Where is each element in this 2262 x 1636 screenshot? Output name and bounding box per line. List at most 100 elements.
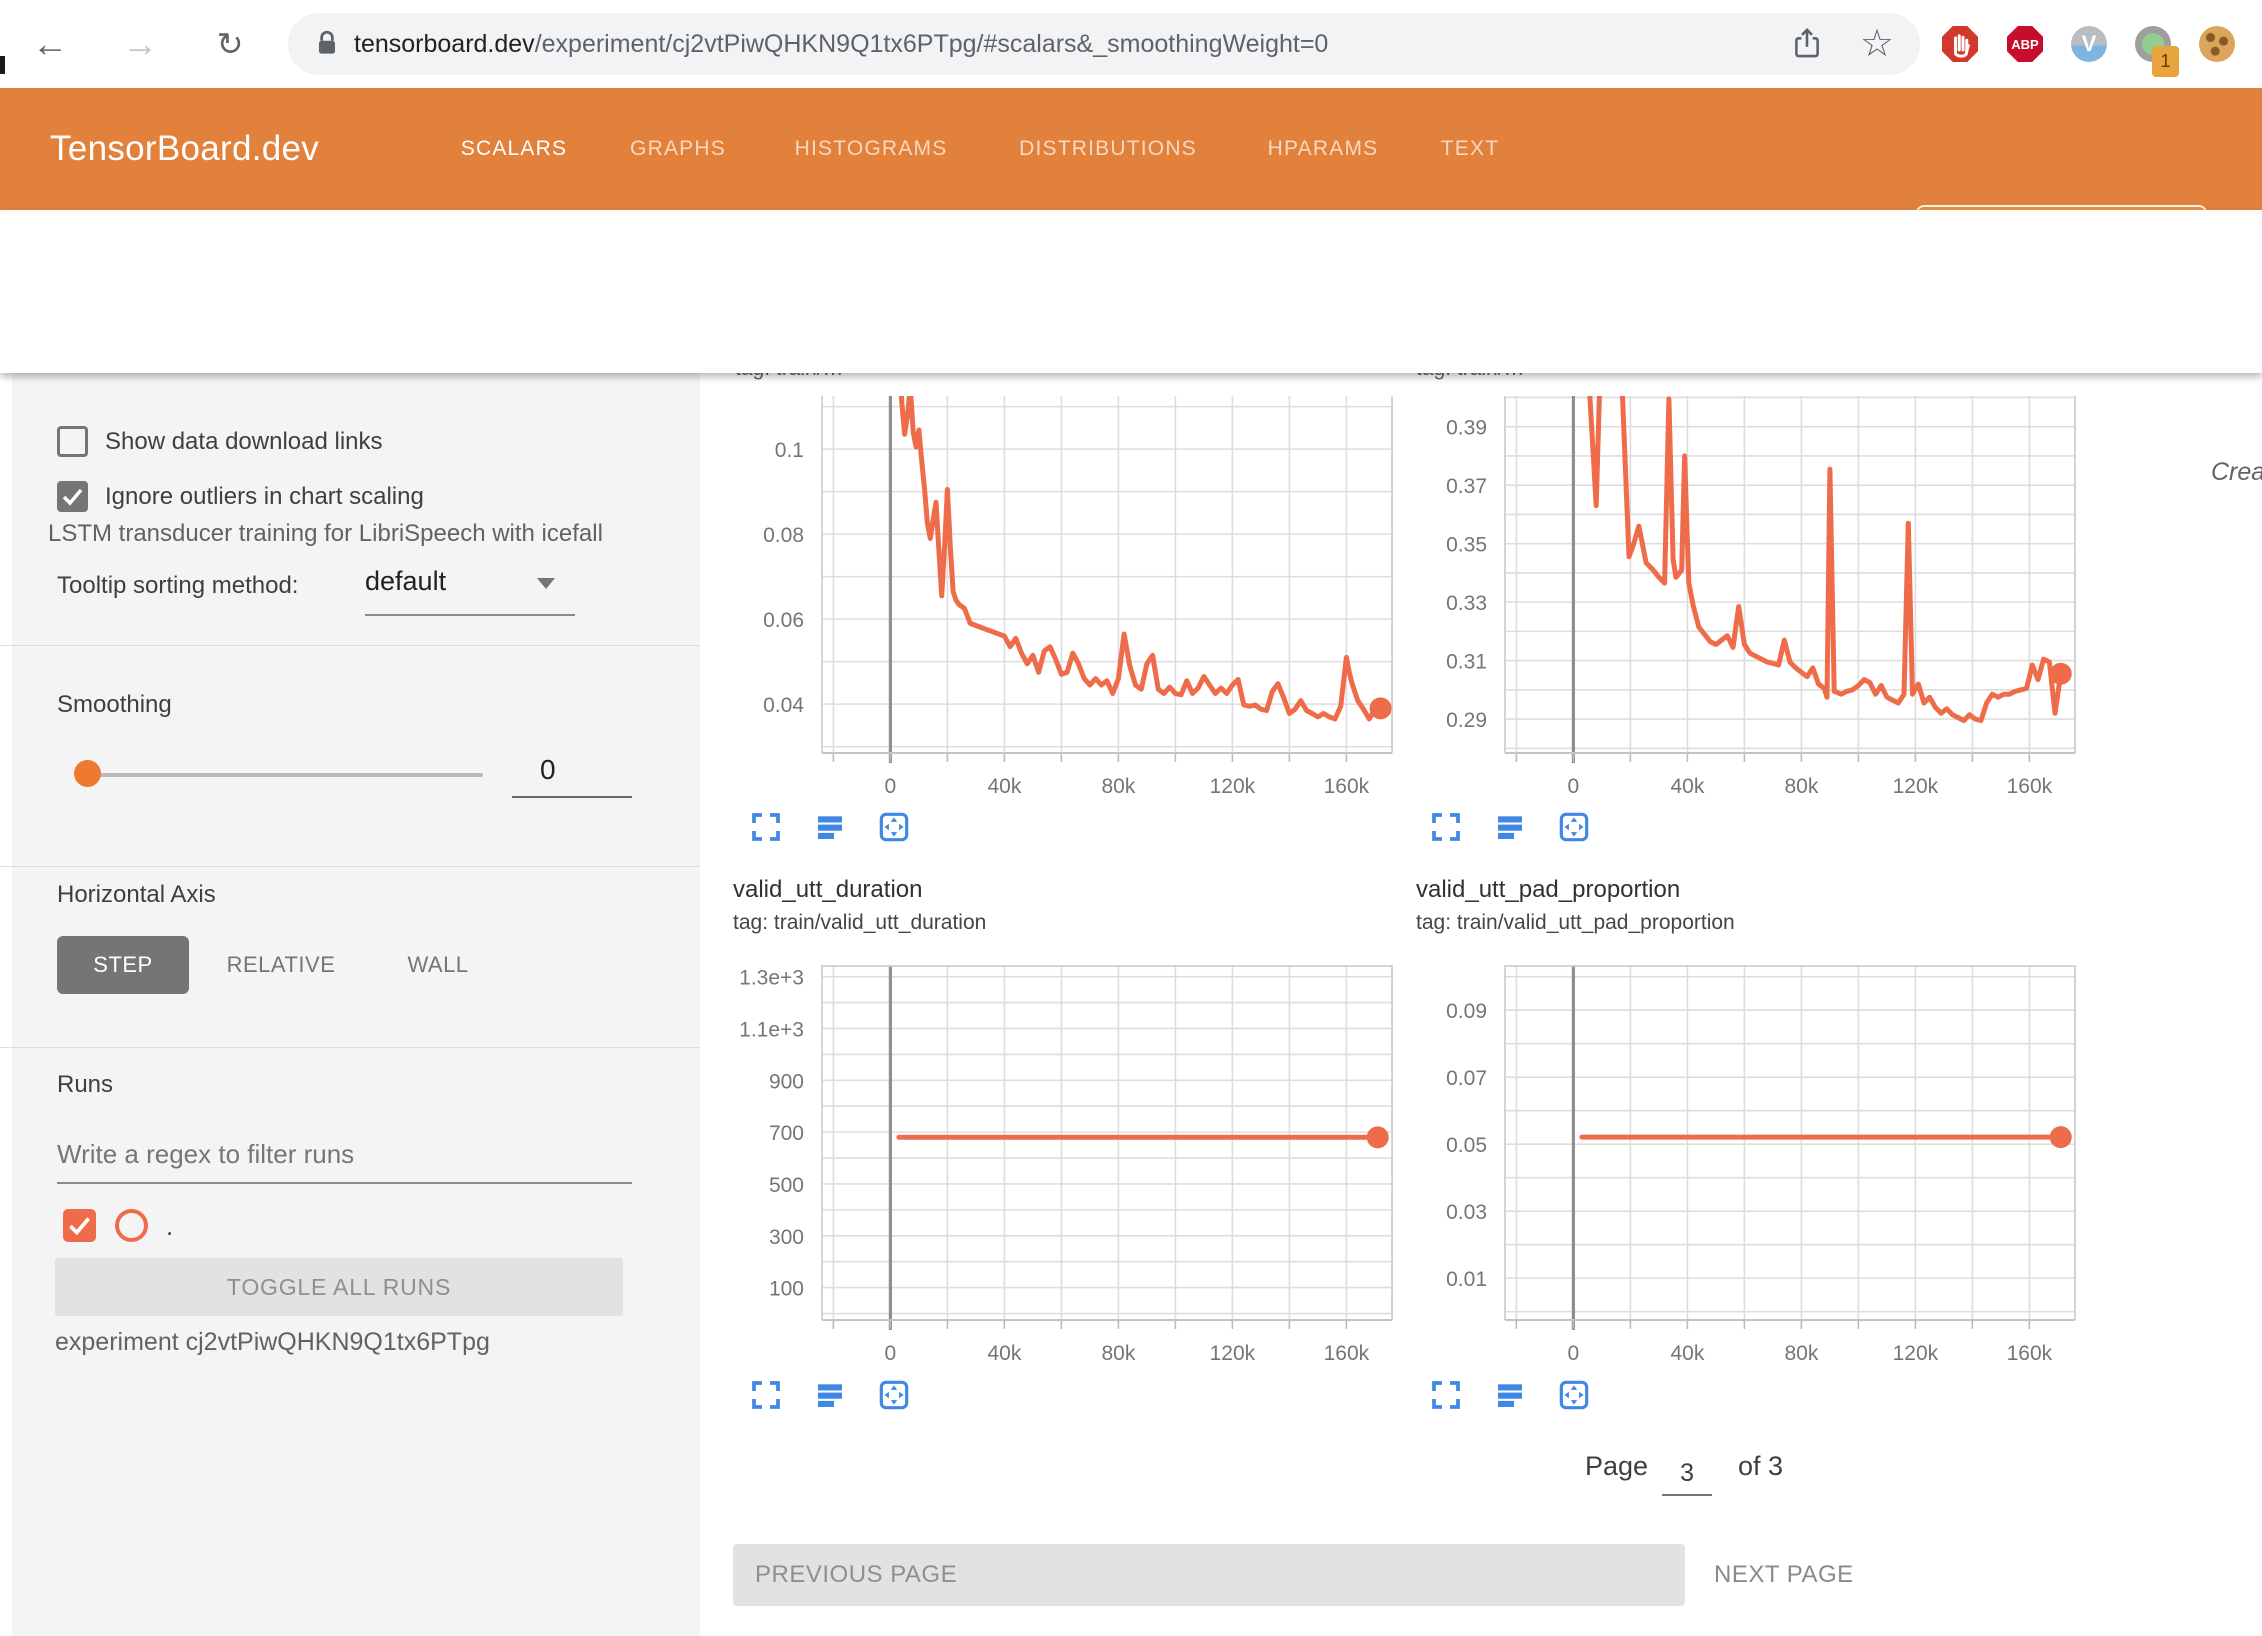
svg-text:40k: 40k [1670,1342,1704,1365]
share-icon[interactable] [1790,27,1824,66]
svg-text:1.3e+3: 1.3e+3 [739,967,804,990]
tab-histograms[interactable]: HISTOGRAMS [795,88,948,210]
svg-text:0.31: 0.31 [1446,651,1487,674]
svg-text:160k: 160k [1324,775,1370,798]
svg-text:0.06: 0.06 [763,609,804,632]
chart-top-left: 0.10.080.060.04040k80k120k160k [702,396,1406,810]
runs-list-icon[interactable] [814,1379,846,1411]
fit-to-data-icon[interactable] [878,811,910,843]
page-number-input[interactable]: 3 [1662,1459,1712,1496]
bookmark-star-icon[interactable]: ☆ [1860,21,1894,66]
svg-text:120k: 120k [1210,1342,1256,1365]
svg-text:160k: 160k [2007,775,2053,798]
chart-top-right: 0.390.370.350.330.310.29040k80k120k160k [1385,396,2089,810]
tab-hparams[interactable]: HPARAMS [1268,88,1379,210]
svg-text:80k: 80k [1784,1342,1818,1365]
fullscreen-icon[interactable] [750,1379,782,1411]
svg-text:0.39: 0.39 [1446,417,1487,440]
tab-graphs[interactable]: GRAPHS [630,88,726,210]
brand-logo[interactable]: TensorBoard.dev [50,88,319,210]
pagination: Page 3 of 3 [1585,1451,1783,1496]
svg-text:160k: 160k [2007,1342,2053,1365]
back-icon[interactable]: ← [22,0,78,88]
axis-wall-button[interactable]: WALL [398,936,478,994]
smoothing-slider[interactable] [79,773,483,777]
svg-text:500: 500 [769,1174,804,1197]
svg-text:120k: 120k [1893,775,1939,798]
divider [0,645,700,646]
svg-text:40k: 40k [1670,775,1704,798]
svg-text:0.37: 0.37 [1446,475,1487,498]
ignore-outliers-checkbox[interactable] [57,481,88,512]
tooltip-sorting-select[interactable]: default [365,566,446,597]
svg-text:80k: 80k [1101,1342,1135,1365]
svg-text:120k: 120k [1893,1342,1939,1365]
chart-toolbar [750,811,910,843]
experiment-id-text: experiment cj2vtPiwQHKN9Q1tx6PTpg [55,1328,490,1357]
svg-text:80k: 80k [1101,775,1135,798]
fullscreen-icon[interactable] [750,811,782,843]
run-checkbox[interactable] [63,1209,96,1242]
reload-icon[interactable]: ↻ [202,0,258,88]
experiment-header: Crea LSTM transducer training for LibriS… [0,210,2262,373]
svg-text:100: 100 [769,1278,804,1301]
axis-step-button[interactable]: STEP [57,936,189,994]
runs-list-icon[interactable] [814,811,846,843]
lock-icon [314,29,340,59]
run-color-swatch[interactable] [115,1209,148,1242]
fullscreen-icon[interactable] [1430,1379,1462,1411]
abp-extension-icon[interactable]: ABP [2007,26,2043,62]
stop-hand-extension-icon[interactable] [1942,26,1978,62]
svg-text:700: 700 [769,1122,804,1145]
window-edge-artifact [0,56,5,74]
svg-text:0.01: 0.01 [1446,1268,1487,1291]
cookie-extension-icon[interactable] [2199,26,2235,62]
toggle-all-runs-button[interactable]: TOGGLE ALL RUNS [55,1258,623,1316]
chart-tag: tag: train/valid_utt_duration [733,911,986,935]
tooltip-sorting-label: Tooltip sorting method: [57,572,298,600]
clipped-chart-tag: tag: train/… [1416,373,1525,381]
chevron-down-icon[interactable] [537,578,555,589]
extension-badge: 1 [2152,46,2179,77]
svg-text:0.03: 0.03 [1446,1201,1487,1224]
svg-text:0: 0 [1568,1342,1580,1365]
next-page-button[interactable]: NEXT PAGE [1714,1544,1854,1606]
svg-text:0.05: 0.05 [1446,1134,1487,1157]
runs-list-icon[interactable] [1494,1379,1526,1411]
tab-scalars[interactable]: SCALARS [461,88,567,210]
horizontal-axis-label: Horizontal Axis [57,881,216,909]
tab-text[interactable]: TEXT [1441,88,1499,210]
svg-text:160k: 160k [1324,1342,1370,1365]
forward-icon[interactable]: → [112,0,168,88]
show-download-checkbox[interactable] [57,426,88,457]
url-text: tensorboard.dev/experiment/cj2vtPiwQHKN9… [354,30,1328,59]
svg-text:0.35: 0.35 [1446,534,1487,557]
svg-text:0.33: 0.33 [1446,592,1487,615]
smoothing-value-input[interactable]: 0 [512,754,632,798]
app-window: ← → ↻ ⌂ tensorboard.dev/experiment/cj2vt… [0,0,2262,1636]
svg-text:0: 0 [1568,775,1580,798]
show-download-label: Show data download links [105,428,383,456]
chart-toolbar [750,1379,910,1411]
svg-text:0: 0 [885,775,897,798]
tab-distributions[interactable]: DISTRIBUTIONS [1019,88,1197,210]
fit-to-data-icon[interactable] [1558,811,1590,843]
run-regex-input[interactable]: Write a regex to filter runs [57,1139,354,1170]
svg-text:300: 300 [769,1226,804,1249]
smoothing-slider-handle[interactable] [74,760,101,787]
chart-tag: tag: train/valid_utt_pad_proportion [1416,911,1735,935]
fit-to-data-icon[interactable] [878,1379,910,1411]
chart-toolbar [1430,811,1590,843]
svg-text:40k: 40k [987,1342,1021,1365]
input-underline [57,1182,632,1184]
fit-to-data-icon[interactable] [1558,1379,1590,1411]
clipped-chart-tag: tag: train/… [735,373,844,381]
ignore-outliers-label: Ignore outliers in chart scaling [105,483,424,511]
runs-list-icon[interactable] [1494,811,1526,843]
fullscreen-icon[interactable] [1430,811,1462,843]
divider [0,866,700,867]
v-extension-icon[interactable]: V [2071,26,2107,62]
previous-page-button[interactable]: PREVIOUS PAGE [733,1544,1685,1606]
address-bar[interactable]: tensorboard.dev/experiment/cj2vtPiwQHKN9… [288,13,1920,75]
axis-relative-button[interactable]: RELATIVE [216,936,346,994]
